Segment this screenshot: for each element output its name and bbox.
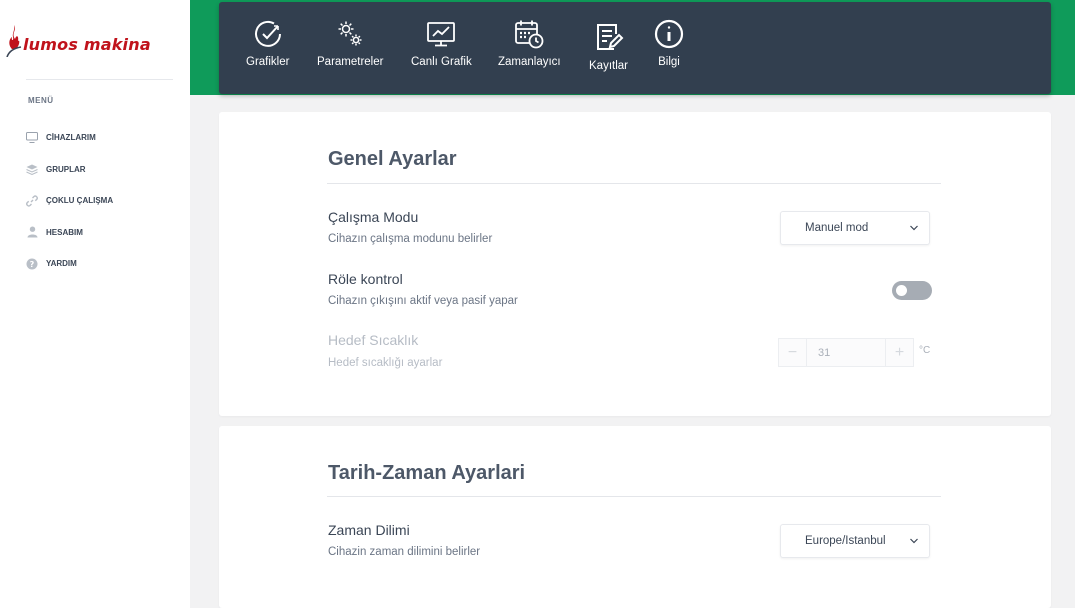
monitor-icon (26, 132, 38, 144)
sidebar-item-help[interactable]: ? YARDIM (26, 248, 113, 280)
sidebar-item-label: CİHAZLARIM (46, 133, 96, 143)
increment-button[interactable]: + (886, 339, 913, 366)
toolbar-label: Zamanlayıcı (498, 56, 561, 68)
sidebar-divider (26, 79, 173, 80)
gears-icon (338, 21, 362, 46)
layers-icon (26, 163, 38, 175)
toolbar-charts-button[interactable]: Grafikler (246, 18, 289, 68)
toolbar-parameters-button[interactable]: Parametreler (317, 18, 383, 68)
timezone-label: Zaman Dilimi (328, 522, 410, 538)
section-divider (327, 183, 941, 184)
sidebar-item-devices[interactable]: CİHAZLARIM (26, 122, 113, 154)
target-temp-label: Hedef Sıcaklık (328, 332, 419, 348)
live-chart-icon (427, 22, 456, 47)
section-divider (327, 496, 941, 497)
toolbar-label: Bilgi (658, 56, 680, 68)
toolbar-label: Grafikler (246, 56, 290, 68)
sidebar-item-multi-run[interactable]: ÇOKLU ÇALIŞMA (26, 185, 113, 217)
mode-description: Cihazın çalışma modunu belirler (328, 233, 493, 245)
decrement-button[interactable]: − (779, 339, 806, 366)
sidebar: lumos makina MENÜ CİHAZLARIM GRUPLAR ÇOK… (0, 0, 190, 608)
relay-description: Cihazın çıkışını aktif veya pasif yapar (328, 295, 518, 307)
calendar-clock-icon (515, 20, 544, 49)
chevron-down-icon (910, 225, 918, 231)
sidebar-item-label: GRUPLAR (46, 164, 86, 174)
menu-title: MENÜ (28, 96, 54, 105)
datetime-settings-card: Tarih-Zaman Ayarlari Zaman Dilimi Cihazi… (219, 426, 1051, 608)
user-icon (26, 226, 38, 238)
gauge-icon (254, 20, 281, 47)
toolbar-info-button[interactable]: Bilgi (653, 18, 685, 68)
brand-name: lumos makina (23, 34, 151, 54)
temperature-unit: °C (919, 345, 931, 356)
sidebar-item-label: YARDIM (46, 259, 77, 269)
mode-select[interactable]: Manuel mod (780, 211, 930, 245)
relay-toggle[interactable] (892, 281, 932, 300)
target-temp-stepper: − 31 + (778, 338, 914, 367)
sidebar-item-account[interactable]: HESABIM (26, 217, 113, 249)
general-settings-card: Genel Ayarlar Çalışma Modu Cihazın çalış… (219, 112, 1051, 416)
toggle-knob (896, 285, 907, 296)
chevron-down-icon (910, 538, 918, 544)
records-icon (596, 24, 623, 50)
info-icon (654, 19, 684, 49)
link-icon (26, 195, 38, 207)
sidebar-item-label: HESABIM (46, 227, 83, 237)
target-temp-input[interactable]: 31 (806, 339, 886, 366)
timezone-description: Cihazin zaman dilimini belirler (328, 546, 481, 558)
flame-logo-icon (6, 25, 22, 57)
sidebar-item-groups[interactable]: GRUPLAR (26, 154, 113, 186)
timezone-select-value: Europe/Istanbul (805, 535, 886, 547)
target-temp-description: Hedef sıcaklığı ayarlar (328, 357, 443, 369)
brand-logo[interactable]: lumos makina (6, 16, 181, 64)
toolbar-timer-button[interactable]: Zamanlayıcı (498, 18, 561, 68)
help-icon: ? (26, 258, 38, 270)
toolbar-label: Parametreler (317, 56, 384, 68)
toolbar-label: Kayıtlar (589, 60, 628, 72)
sidebar-menu: CİHAZLARIM GRUPLAR ÇOKLU ÇALIŞMA HESABIM… (26, 122, 113, 280)
sidebar-item-label: ÇOKLU ÇALIŞMA (46, 196, 114, 206)
device-toolbar: Grafikler Parametreler Canlı Grafik Zama… (219, 2, 1051, 94)
toolbar-label: Canlı Grafik (411, 56, 472, 68)
toolbar-records-button[interactable]: Kayıtlar (589, 22, 628, 72)
mode-select-value: Manuel mod (805, 222, 869, 234)
section-title: Genel Ayarlar (328, 148, 457, 170)
relay-label: Röle kontrol (328, 271, 403, 287)
svg-text:?: ? (30, 260, 35, 269)
timezone-select[interactable]: Europe/Istanbul (780, 524, 930, 558)
toolbar-live-chart-button[interactable]: Canlı Grafik (411, 18, 472, 68)
section-title: Tarih-Zaman Ayarlari (328, 462, 526, 484)
mode-label: Çalışma Modu (328, 209, 419, 225)
